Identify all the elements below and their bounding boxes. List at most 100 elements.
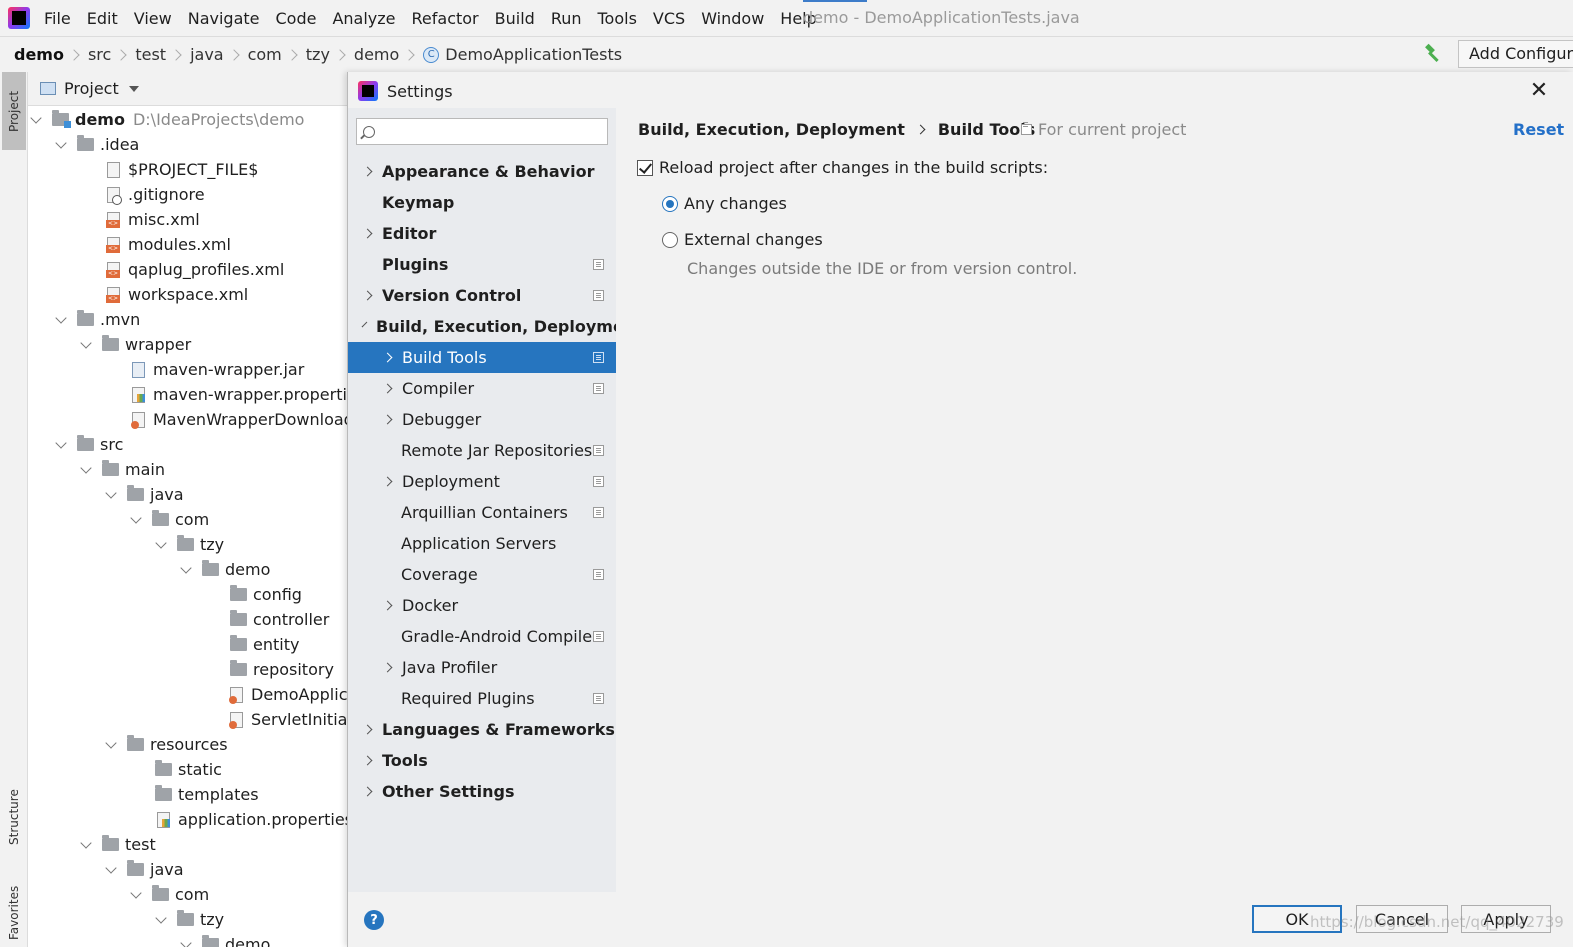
chevron-right-icon[interactable] — [362, 786, 373, 797]
nav-arquillian-containers[interactable]: Arquillian Containers — [348, 497, 616, 528]
nav-required-plugins[interactable]: Required Plugins — [348, 683, 616, 714]
tree-row[interactable]: modules.xml — [106, 232, 231, 257]
tree-row[interactable]: main — [80, 457, 165, 482]
breadcrumb-parent[interactable]: Build, Execution, Deployment — [638, 120, 905, 139]
chevron-right-icon[interactable] — [382, 383, 393, 394]
nav-gradle-android-compiler[interactable]: Gradle-Android Compiler — [348, 621, 616, 652]
breadcrumb-current-class[interactable]: DemoApplicationTests — [445, 45, 622, 64]
tree-row[interactable]: tzy — [155, 907, 224, 932]
add-configuration-button[interactable]: Add Configura — [1458, 40, 1573, 68]
menu-file[interactable]: File — [44, 9, 71, 28]
project-panel-header[interactable]: Project — [28, 72, 348, 106]
breadcrumb-test[interactable]: test — [135, 45, 166, 64]
tree-row[interactable]: config — [230, 582, 302, 607]
chevron-down-icon[interactable] — [55, 436, 67, 449]
chevron-down-icon[interactable] — [80, 461, 92, 474]
menu-window[interactable]: Window — [701, 9, 764, 28]
tree-row[interactable]: .gitignore — [107, 182, 205, 207]
chevron-down-icon[interactable] — [180, 936, 192, 947]
breadcrumb-demo-pkg[interactable]: demo — [354, 45, 399, 64]
close-icon[interactable]: ✕ — [1528, 80, 1550, 102]
tree-row[interactable]: java — [105, 482, 184, 507]
nav-application-servers[interactable]: Application Servers — [348, 528, 616, 559]
nav-compiler[interactable]: Compiler — [348, 373, 616, 404]
menu-navigate[interactable]: Navigate — [188, 9, 260, 28]
tree-row[interactable]: static — [155, 757, 222, 782]
chevron-down-icon[interactable] — [80, 836, 92, 849]
tree-row[interactable]: com — [130, 507, 209, 532]
tree-row[interactable]: .mvn — [55, 307, 140, 332]
chevron-right-icon[interactable] — [362, 228, 373, 239]
tree-row[interactable]: workspace.xml — [106, 282, 248, 307]
nav-deployment[interactable]: Deployment — [348, 466, 616, 497]
tree-row[interactable]: tzy — [155, 532, 224, 557]
nav-build-execution-deployment[interactable]: Build, Execution, Deployment — [348, 311, 643, 342]
menu-run[interactable]: Run — [551, 9, 582, 28]
tree-row[interactable]: $PROJECT_FILE$ — [107, 157, 258, 182]
nav-remote-jar-repositories[interactable]: Remote Jar Repositories — [348, 435, 616, 466]
breadcrumb-src[interactable]: src — [88, 45, 111, 64]
chevron-right-icon[interactable] — [382, 476, 393, 487]
external-changes-option[interactable]: External changes — [662, 230, 823, 249]
nav-other-settings[interactable]: Other Settings — [348, 776, 616, 807]
breadcrumb-com[interactable]: com — [248, 45, 282, 64]
help-button[interactable]: ? — [364, 910, 384, 930]
menu-vcs[interactable]: VCS — [653, 9, 685, 28]
settings-search-input[interactable] — [383, 123, 603, 140]
menu-build[interactable]: Build — [495, 9, 535, 28]
stripe-tab-favorites[interactable]: Favorites — [2, 880, 26, 946]
chevron-right-icon[interactable] — [382, 600, 393, 611]
nav-coverage[interactable]: Coverage — [348, 559, 616, 590]
menu-code[interactable]: Code — [276, 9, 317, 28]
build-hammer-icon[interactable] — [1423, 43, 1445, 65]
settings-search-box[interactable] — [356, 118, 608, 145]
tree-row[interactable]: entity — [230, 632, 299, 657]
chevron-down-icon[interactable] — [155, 536, 167, 549]
chevron-down-icon[interactable] — [80, 336, 92, 349]
tree-row[interactable]: resources — [105, 732, 228, 757]
chevron-down-icon[interactable] — [105, 486, 117, 499]
tree-row[interactable]: application.properties — [157, 807, 348, 832]
tree-row[interactable]: com — [130, 882, 209, 907]
chevron-right-icon[interactable] — [382, 352, 393, 363]
chevron-down-icon[interactable] — [30, 111, 42, 124]
tree-row[interactable]: wrapper — [80, 332, 191, 357]
nav-tools[interactable]: Tools — [348, 745, 616, 776]
tree-row[interactable]: demo — [180, 557, 270, 582]
chevron-down-icon[interactable] — [105, 736, 117, 749]
nav-debugger[interactable]: Debugger — [348, 404, 616, 435]
tree-row[interactable]: maven-wrapper.properties — [132, 382, 348, 407]
nav-keymap[interactable]: Keymap — [348, 187, 616, 218]
nav-build-tools[interactable]: Build Tools — [348, 342, 616, 373]
menu-tools[interactable]: Tools — [598, 9, 637, 28]
stripe-tab-structure[interactable]: Structure — [2, 777, 26, 857]
reset-link[interactable]: Reset — [1513, 120, 1564, 139]
stripe-tab-project[interactable]: Project — [2, 72, 26, 150]
menu-refactor[interactable]: Refactor — [412, 9, 479, 28]
tree-row[interactable]: repository — [230, 657, 334, 682]
menu-edit[interactable]: Edit — [87, 9, 118, 28]
reload-project-option[interactable]: Reload project after changes in the buil… — [637, 158, 1048, 177]
chevron-down-icon[interactable] — [55, 311, 67, 324]
nav-version-control[interactable]: Version Control — [348, 280, 616, 311]
tree-row[interactable]: test — [80, 832, 156, 857]
tree-row[interactable]: MavenWrapperDownloader — [131, 407, 348, 432]
chevron-down-icon[interactable] — [130, 886, 142, 899]
menu-view[interactable]: View — [134, 9, 172, 28]
tree-row[interactable]: java — [105, 857, 184, 882]
chevron-right-icon[interactable] — [382, 662, 393, 673]
breadcrumb-java[interactable]: java — [190, 45, 224, 64]
chevron-right-icon[interactable] — [362, 724, 373, 735]
tree-row[interactable]: ServletInitializ — [229, 707, 348, 732]
chevron-right-icon[interactable] — [362, 290, 373, 301]
chevron-right-icon[interactable] — [362, 166, 373, 177]
tree-row[interactable]: .idea — [55, 132, 139, 157]
chevron-down-icon[interactable] — [361, 321, 368, 328]
tree-row[interactable]: DemoApplica — [229, 682, 348, 707]
breadcrumb-tzy[interactable]: tzy — [306, 45, 330, 64]
tree-row[interactable]: controller — [230, 607, 329, 632]
tree-row[interactable]: maven-wrapper.jar — [132, 357, 304, 382]
breadcrumb-demo[interactable]: demo — [14, 45, 64, 64]
chevron-down-icon[interactable] — [155, 911, 167, 924]
tree-row[interactable]: qaplug_profiles.xml — [106, 257, 284, 282]
